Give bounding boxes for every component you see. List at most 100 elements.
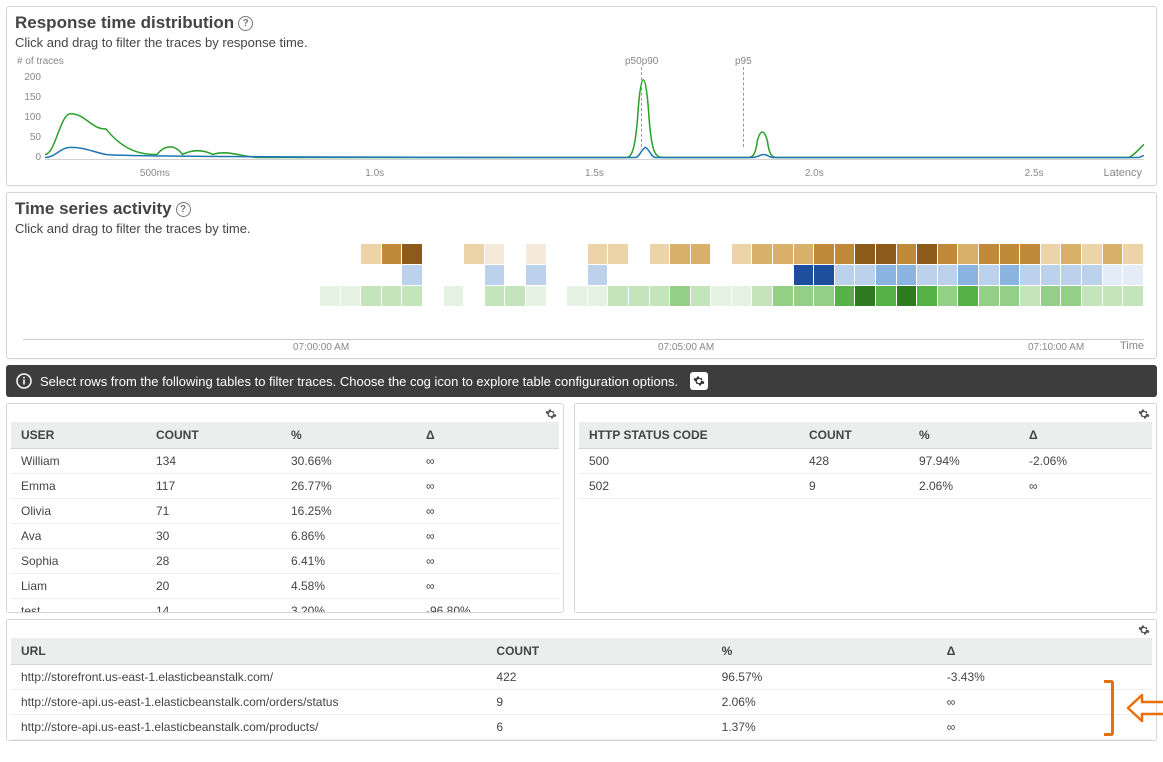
cell-count: 422 [486,665,711,690]
cell-pct: 30.66% [281,449,416,474]
col-count[interactable]: COUNT [486,638,711,665]
response-time-distribution-panel: Response time distribution ? Click and d… [6,6,1157,186]
table-row[interactable]: Olivia7116.25%∞ [11,499,559,524]
heatmap-cell [361,286,381,306]
heatmap-cell [938,286,958,306]
gear-icon [693,375,705,387]
ts-x-tick: 07:00:00 AM [293,342,349,353]
col-pct[interactable]: % [712,638,937,665]
col-pct[interactable]: % [281,422,416,449]
cog-badge[interactable] [690,372,708,390]
heatmap-cell [876,265,896,285]
table-row[interactable]: http://storefront.us-east-1.elasticbeans… [11,665,1152,690]
bracket-icon [1104,680,1114,736]
heatmap-cell [752,244,772,264]
heatmap-cell [794,265,814,285]
heatmap-cell [320,244,340,264]
heatmap-cell [608,244,628,264]
help-icon[interactable]: ? [176,202,191,217]
heatmap-cell [958,265,978,285]
heatmap-cell [526,265,546,285]
heatmap-cell [732,244,752,264]
table-row[interactable]: Liam204.58%∞ [11,574,559,599]
x-tick: 1.5s [485,168,705,179]
cell-delta: ∞ [416,574,559,599]
heatmap-cell [382,286,402,306]
table-row[interactable]: Ava306.86%∞ [11,524,559,549]
table-config-cog[interactable] [1138,624,1150,639]
heatmap-cell [361,244,381,264]
table-row[interactable]: http://store-api.us-east-1.elasticbeanst… [11,715,1152,740]
heatmap-cell [1000,244,1020,264]
heatmap-cell [650,265,670,285]
heatmap-cell [505,244,525,264]
heatmap-cell [835,286,855,306]
table-row[interactable]: Sophia286.41%∞ [11,549,559,574]
col-delta[interactable]: Δ [1019,422,1152,449]
y-tick: 200 [19,72,41,83]
cell-pct: 6.86% [281,524,416,549]
cell-delta: ∞ [416,449,559,474]
heatmap-cell [979,286,999,306]
table-row[interactable]: test143.20%-96.80% [11,599,559,613]
heatmap-cell [361,265,381,285]
heatmap-cell [1020,244,1040,264]
heatmap-cell [1061,286,1081,306]
cell-count: 6 [486,715,711,740]
heatmap-cell [402,244,422,264]
help-icon[interactable]: ? [238,16,253,31]
heatmap-cell [876,286,896,306]
cell-pct: 3.20% [281,599,416,613]
col-delta[interactable]: Δ [416,422,559,449]
table-row[interactable]: 50292.06%∞ [579,474,1152,499]
col-url[interactable]: URL [11,638,486,665]
heatmap-cell [485,244,505,264]
col-user[interactable]: USER [11,422,146,449]
distribution-svg [45,68,1144,160]
response-dist-chart[interactable]: # of traces 200 150 100 50 0 p50p90 p95 … [15,54,1148,179]
col-count[interactable]: COUNT [146,422,281,449]
cell-pct: 26.77% [281,474,416,499]
heatmap-cell [629,286,649,306]
heatmap-cell [691,265,711,285]
x-tick: 2.0s [704,168,924,179]
table-config-cog[interactable] [1138,408,1150,423]
heatmap-cell [794,286,814,306]
cell-url: http://storefront.us-east-1.elasticbeans… [11,665,486,690]
heatmap-cell [485,286,505,306]
table-row[interactable]: Emma11726.77%∞ [11,474,559,499]
col-status[interactable]: HTTP STATUS CODE [579,422,799,449]
heatmap-cell [1103,286,1123,306]
info-bar-text: Select rows from the following tables to… [40,374,678,389]
heatmap-cell [526,244,546,264]
col-count[interactable]: COUNT [799,422,909,449]
y-axis-ticks: 200 150 100 50 0 [19,72,41,163]
table-config-cog[interactable] [545,408,557,423]
marker-label: p50p90 [625,56,658,67]
heatmap-cell [1082,265,1102,285]
cell-count: 134 [146,449,281,474]
heatmap-cell [608,265,628,285]
heatmap-row [320,265,1144,285]
heatmap-cell [897,244,917,264]
heatmap-cell [423,244,443,264]
col-pct[interactable]: % [909,422,1019,449]
gear-icon [545,408,557,420]
user-table-panel: USER COUNT % Δ William13430.66%∞Emma1172… [6,403,564,613]
cell-count: 117 [146,474,281,499]
table-row[interactable]: William13430.66%∞ [11,449,559,474]
time-series-chart[interactable]: 07:00:00 AM 07:05:00 AM 07:10:00 AM Time [15,242,1148,352]
heatmap-cell [1123,265,1143,285]
heatmap-cell [1082,286,1102,306]
x-tick: 1.0s [265,168,485,179]
heatmap-cell [1041,244,1061,264]
cell-code: 502 [579,474,799,499]
table-row[interactable]: http://store-api.us-east-1.elasticbeanst… [11,690,1152,715]
cell-delta: -2.06% [1019,449,1152,474]
heatmap-cell [670,286,690,306]
url-table-panel: URL COUNT % Δ http://storefront.us-east-… [6,619,1157,741]
annotation-callout [1104,680,1163,736]
heatmap-cell [814,286,834,306]
col-delta[interactable]: Δ [937,638,1152,665]
table-row[interactable]: 50042897.94%-2.06% [579,449,1152,474]
